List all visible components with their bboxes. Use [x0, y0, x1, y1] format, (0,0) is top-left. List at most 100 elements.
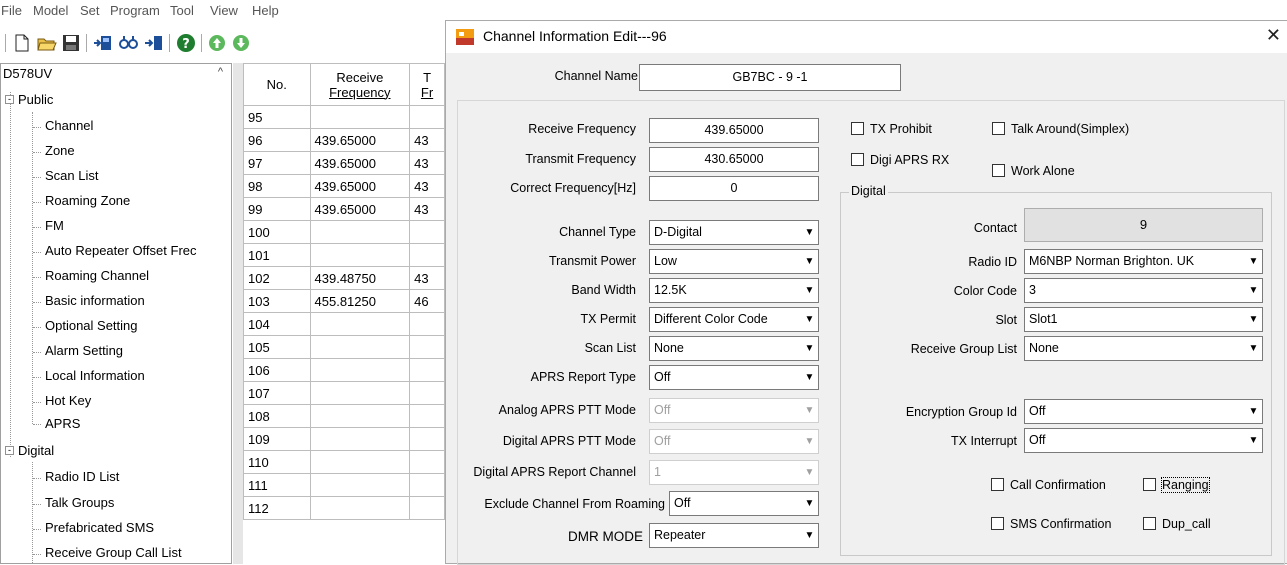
down-icon[interactable] [230, 32, 252, 54]
chevron-down-icon[interactable]: ▼ [801, 524, 818, 547]
band-width-select[interactable]: 12.5K ▼ [649, 278, 819, 303]
tree-item-optional-setting[interactable]: Optional Setting [45, 318, 138, 333]
encryption-group-id-select[interactable]: Off ▼ [1024, 399, 1263, 424]
column-header-receive-frequency[interactable]: Receive Frequency [309, 63, 411, 106]
checkbox-box[interactable] [1143, 478, 1156, 491]
table-row[interactable]: 108 [243, 404, 445, 428]
table-row[interactable]: 97 439.65000 43 [243, 151, 445, 175]
tree-item-talk-groups[interactable]: Talk Groups [45, 495, 114, 510]
menu-model[interactable]: Model [33, 3, 68, 18]
table-row[interactable]: 107 [243, 381, 445, 405]
tx-prohibit-checkbox[interactable]: TX Prohibit [851, 122, 932, 136]
tree-item-auto-repeater-offset[interactable]: Auto Repeater Offset Frec [45, 243, 197, 258]
chevron-down-icon[interactable]: ▼ [801, 366, 818, 389]
table-row[interactable]: 102 439.48750 43 [243, 266, 445, 290]
table-row[interactable]: 100 [243, 220, 445, 244]
table-row[interactable]: 99 439.65000 43 [243, 197, 445, 221]
sms-confirmation-checkbox[interactable]: SMS Confirmation [991, 517, 1111, 531]
tree-group-digital[interactable]: Digital [18, 443, 54, 458]
exclude-roaming-select[interactable]: Off ▼ [669, 491, 819, 516]
checkbox-box[interactable] [992, 122, 1005, 135]
menu-file[interactable]: File [1, 3, 22, 18]
chevron-down-icon[interactable]: ▼ [801, 250, 818, 273]
checkbox-box[interactable] [991, 478, 1004, 491]
scroll-up-icon[interactable]: ^ [218, 66, 223, 78]
chevron-down-icon[interactable]: ▼ [1245, 429, 1262, 452]
read-radio-icon[interactable] [92, 32, 114, 54]
tx-permit-select[interactable]: Different Color Code ▼ [649, 307, 819, 332]
chevron-down-icon[interactable]: ▼ [1245, 337, 1262, 360]
column-header-transmit-frequency[interactable]: T Fr [409, 63, 445, 106]
checkbox-box[interactable] [991, 517, 1004, 530]
table-row[interactable]: 101 [243, 243, 445, 267]
column-header-no[interactable]: No. [243, 63, 311, 106]
checkbox-box[interactable] [851, 153, 864, 166]
menu-set[interactable]: Set [80, 3, 100, 18]
chevron-down-icon[interactable]: ▼ [801, 337, 818, 360]
checkbox-box[interactable] [851, 122, 864, 135]
chevron-down-icon[interactable]: ▼ [801, 308, 818, 331]
tree-item-channel[interactable]: Channel [45, 118, 93, 133]
correct-frequency-input[interactable]: 0 [649, 176, 819, 201]
splitter[interactable] [233, 63, 243, 564]
tree-item-fm[interactable]: FM [45, 218, 64, 233]
menu-program[interactable]: Program [110, 3, 160, 18]
talk-around-checkbox[interactable]: Talk Around(Simplex) [992, 122, 1129, 136]
collapse-icon[interactable]: - [5, 95, 14, 104]
tree-item-scan-list[interactable]: Scan List [45, 168, 98, 183]
collapse-icon[interactable]: - [5, 446, 14, 455]
tree-item-aprs[interactable]: APRS [45, 416, 80, 431]
tree-group-public[interactable]: Public [18, 92, 53, 107]
tree-item-roaming-zone[interactable]: Roaming Zone [45, 193, 130, 208]
chevron-down-icon[interactable]: ▼ [1245, 279, 1262, 302]
tx-interrupt-select[interactable]: Off ▼ [1024, 428, 1263, 453]
contact-button[interactable]: 9 [1024, 208, 1263, 242]
table-row[interactable]: 96 439.65000 43 [243, 128, 445, 152]
tree-item-basic-information[interactable]: Basic information [45, 293, 145, 308]
menu-tool[interactable]: Tool [170, 3, 194, 18]
digi-aprs-rx-checkbox[interactable]: Digi APRS RX [851, 153, 949, 167]
receive-frequency-input[interactable]: 439.65000 [649, 118, 819, 143]
transmit-frequency-input[interactable]: 430.65000 [649, 147, 819, 172]
menu-view[interactable]: View [210, 3, 238, 18]
table-row[interactable]: 110 [243, 450, 445, 474]
table-row[interactable]: 105 [243, 335, 445, 359]
table-row[interactable]: 112 [243, 496, 445, 520]
ranging-checkbox[interactable]: Ranging [1143, 477, 1210, 493]
tree-item-prefabricated-sms[interactable]: Prefabricated SMS [45, 520, 154, 535]
tree-root-model[interactable]: D578UV [3, 66, 52, 81]
navigation-tree[interactable]: D578UV ^ - Public Channel Zone Scan List… [0, 63, 232, 564]
table-row[interactable]: 109 [243, 427, 445, 451]
tree-item-receive-group-call-list[interactable]: Receive Group Call List [45, 545, 182, 560]
close-icon[interactable]: ✕ [1266, 25, 1281, 46]
table-row[interactable]: 103 455.81250 46 [243, 289, 445, 313]
tree-item-hot-key[interactable]: Hot Key [45, 393, 91, 408]
call-confirmation-checkbox[interactable]: Call Confirmation [991, 478, 1106, 492]
aprs-report-type-select[interactable]: Off ▼ [649, 365, 819, 390]
chevron-down-icon[interactable]: ▼ [1245, 308, 1262, 331]
chevron-down-icon[interactable]: ▼ [801, 279, 818, 302]
tree-item-alarm-setting[interactable]: Alarm Setting [45, 343, 123, 358]
slot-select[interactable]: Slot1 ▼ [1024, 307, 1263, 332]
save-icon[interactable] [60, 32, 82, 54]
chevron-down-icon[interactable]: ▼ [1245, 250, 1262, 273]
scan-list-select[interactable]: None ▼ [649, 336, 819, 361]
dmr-mode-select[interactable]: Repeater ▼ [649, 523, 819, 548]
tree-item-local-information[interactable]: Local Information [45, 368, 145, 383]
receive-group-list-select[interactable]: None ▼ [1024, 336, 1263, 361]
help-icon[interactable]: ? [175, 32, 197, 54]
table-row[interactable]: 104 [243, 312, 445, 336]
table-row[interactable]: 106 [243, 358, 445, 382]
transfer-icon[interactable] [143, 32, 165, 54]
transmit-power-select[interactable]: Low ▼ [649, 249, 819, 274]
up-icon[interactable] [206, 32, 228, 54]
dup-call-checkbox[interactable]: Dup_call [1143, 517, 1211, 531]
open-folder-icon[interactable] [36, 32, 58, 54]
checkbox-box[interactable] [1143, 517, 1156, 530]
chevron-down-icon[interactable]: ▼ [801, 492, 818, 515]
table-row[interactable]: 98 439.65000 43 [243, 174, 445, 198]
table-row[interactable]: 111 [243, 473, 445, 497]
write-radio-icon[interactable] [118, 32, 140, 54]
dialog-titlebar[interactable]: Channel Information Edit---96 ✕ [446, 21, 1287, 53]
radio-id-select[interactable]: M6NBP Norman Brighton. UK ▼ [1024, 249, 1263, 274]
